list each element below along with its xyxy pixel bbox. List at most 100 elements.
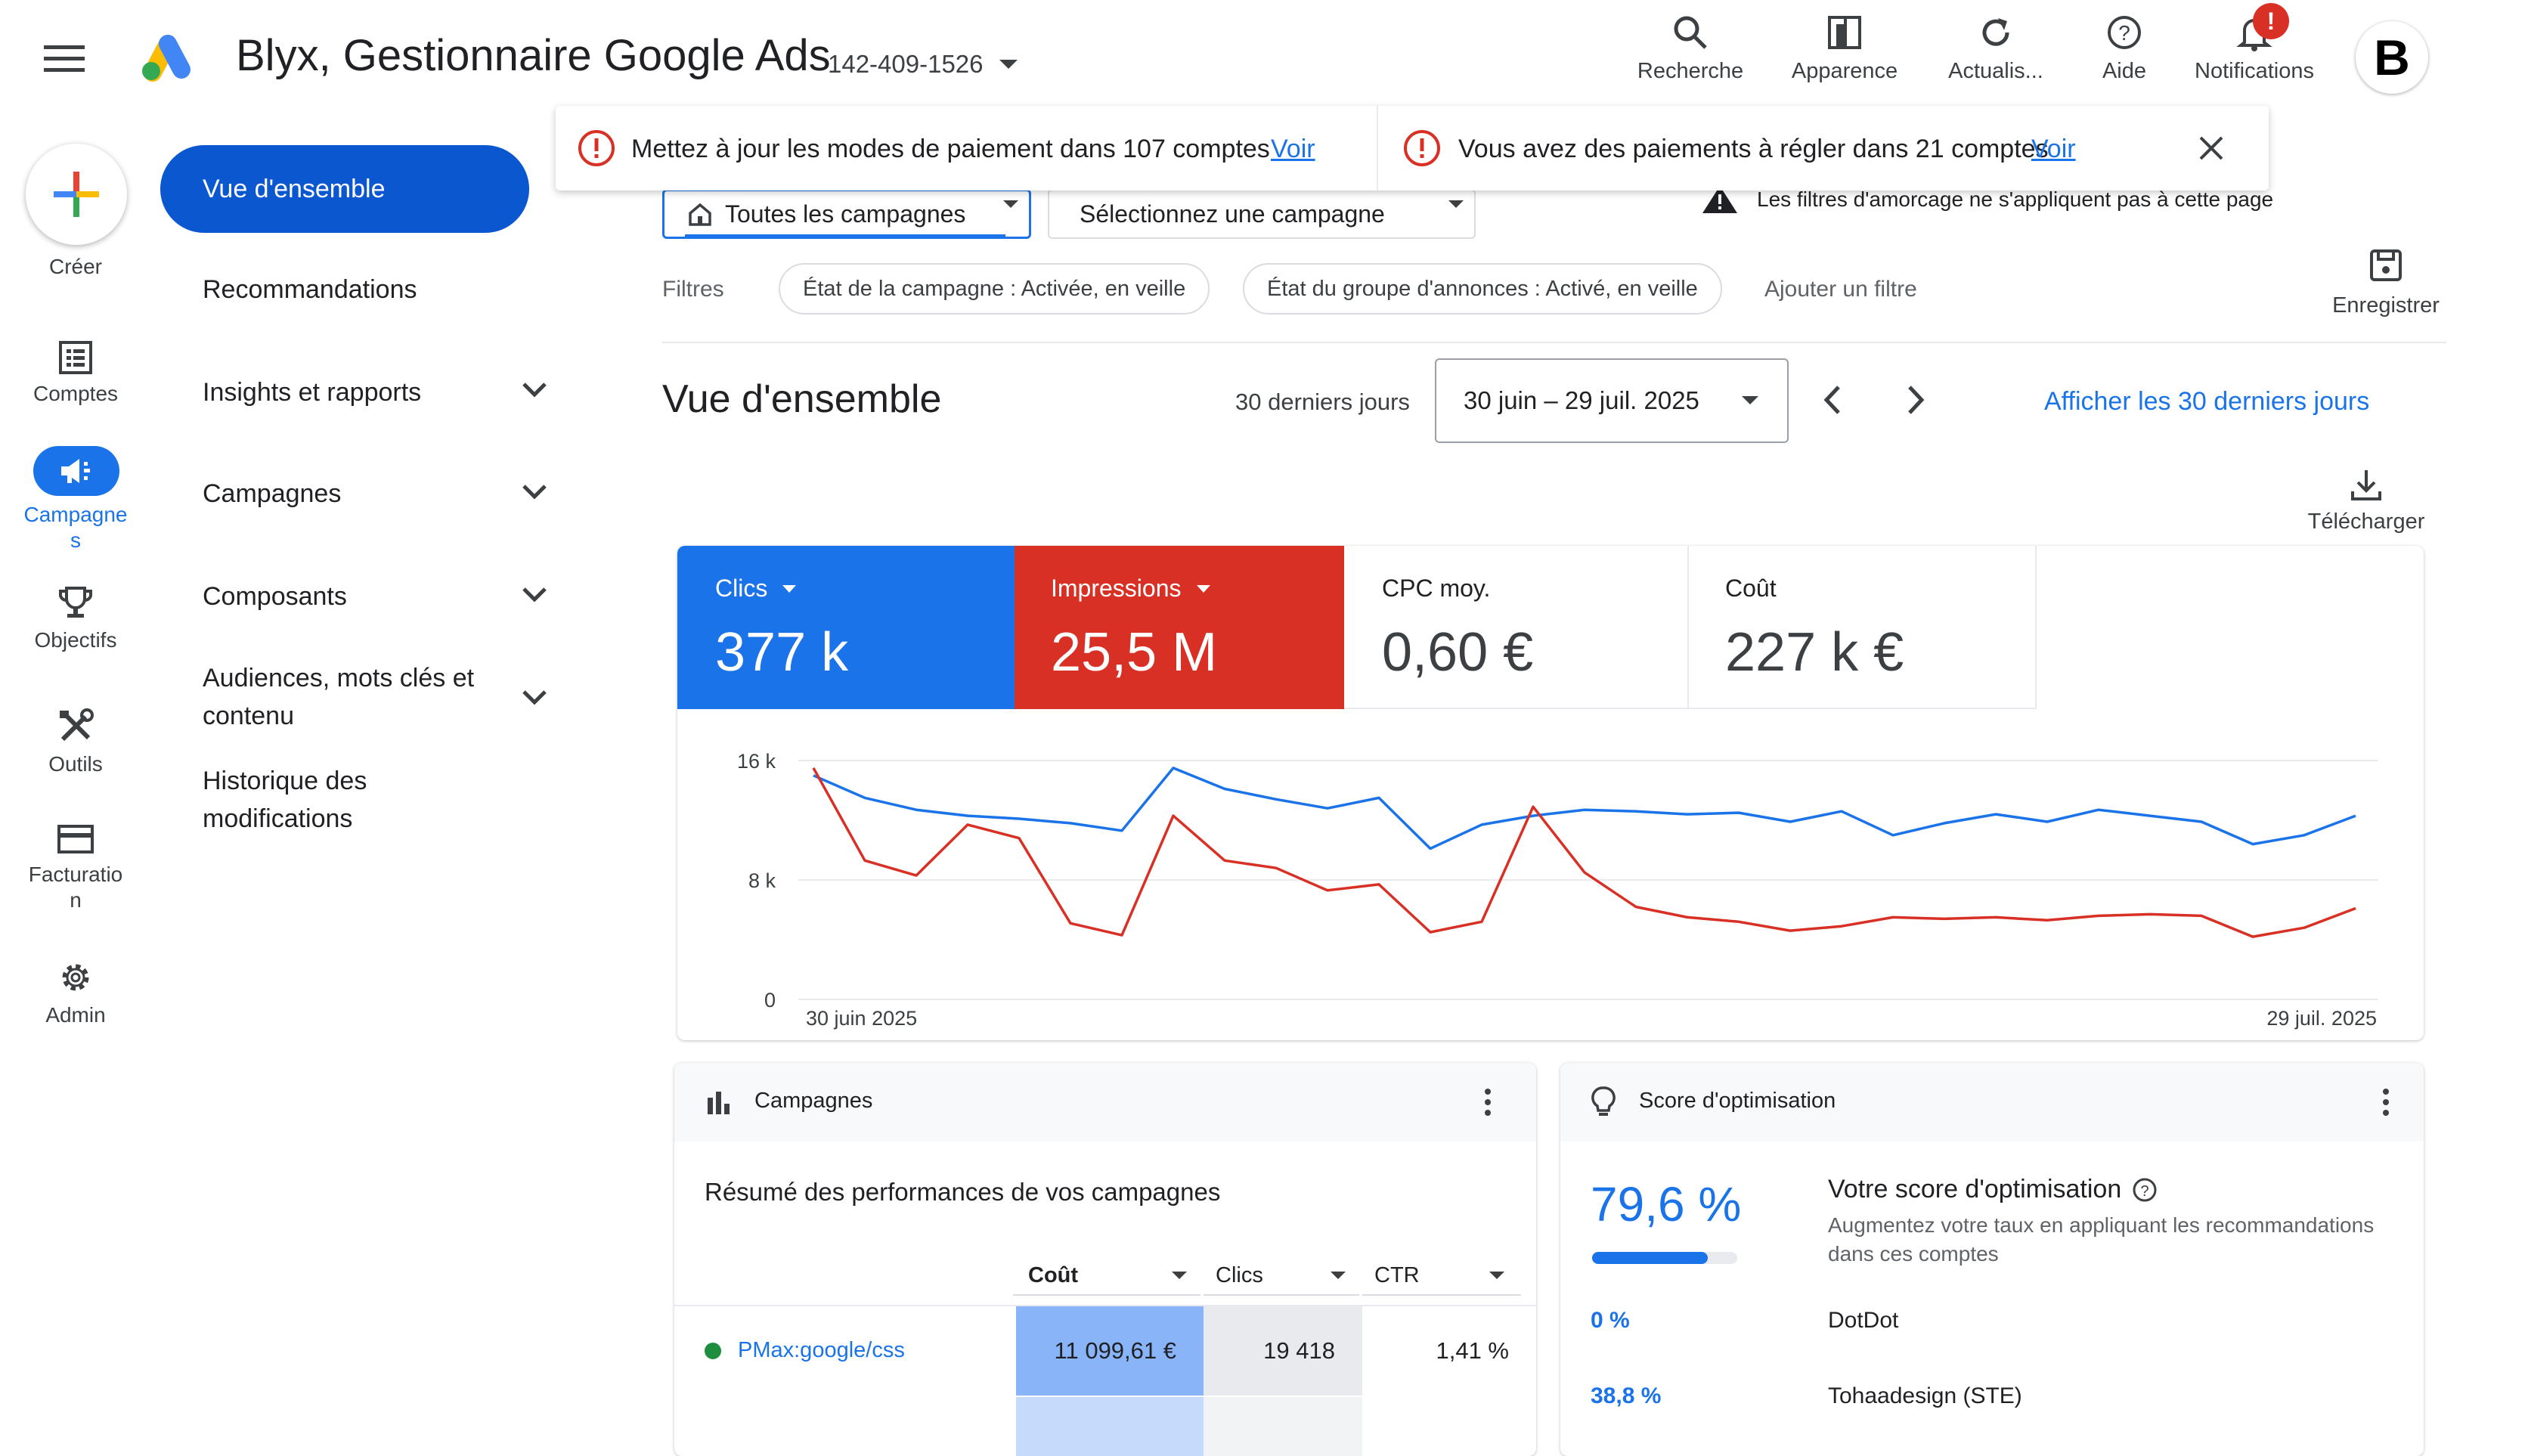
- account-id: 142-409-1526: [828, 50, 984, 78]
- help-icon[interactable]: ?: [2132, 1177, 2158, 1203]
- more-vert-icon[interactable]: [2381, 1087, 2390, 1117]
- svg-text:?: ?: [2118, 21, 2130, 45]
- chevron-left-icon: [1823, 386, 1840, 414]
- home-icon: [689, 203, 711, 226]
- account-name[interactable]: DotDot: [1828, 1308, 1898, 1334]
- add-filter-button[interactable]: Ajouter un filtre: [1764, 277, 1917, 302]
- overview-heading: Vue d'ensemble: [662, 377, 942, 421]
- metric-value: 377 k: [715, 622, 849, 683]
- select-campaign[interactable]: Sélectionnez une campagne: [1048, 189, 1476, 239]
- campaign-name-link[interactable]: PMax:google/css: [738, 1338, 905, 1363]
- google-ads-logo: [138, 32, 195, 83]
- card-title: Score d'optimisation: [1639, 1089, 1836, 1113]
- column-header-cost[interactable]: Coût: [1013, 1256, 1200, 1296]
- filter-chip-adgroup-status[interactable]: État du groupe d'annonces : Activé, en v…: [1243, 263, 1722, 314]
- appearance-icon: [1828, 16, 1861, 49]
- chevron-down-icon[interactable]: [522, 689, 547, 706]
- menu-campaigns[interactable]: Campagnes: [203, 475, 341, 513]
- account-selector[interactable]: 142-409-1526: [828, 50, 1020, 79]
- table-row-partial-clicks: [1204, 1397, 1362, 1456]
- nav-help[interactable]: ? Aide: [2049, 14, 2200, 84]
- caret-down-icon: [1331, 1272, 1346, 1279]
- chevron-down-icon[interactable]: [522, 382, 547, 398]
- close-icon[interactable]: [2198, 135, 2225, 162]
- nav-search[interactable]: Recherche: [1615, 14, 1766, 84]
- show-last-30-days-link[interactable]: Afficher les 30 derniers jours: [2044, 387, 2369, 417]
- create-button[interactable]: [26, 144, 127, 245]
- download-button[interactable]: Télécharger: [2291, 467, 2442, 534]
- y-tick-label: 0: [764, 989, 776, 1011]
- date-range-label: 30 derniers jours: [1235, 389, 1410, 415]
- line-chart: 16 k 8 k 0 30 juin 2025 29 juil. 2025: [737, 750, 2378, 1030]
- error-icon: [1404, 130, 1440, 166]
- rail-accounts[interactable]: Comptes: [0, 340, 151, 407]
- rail-billing[interactable]: Facturatio n: [0, 822, 151, 913]
- notification-badge: !: [2253, 3, 2289, 39]
- filters-label: Filtres: [662, 277, 724, 302]
- previous-period-button[interactable]: [1820, 384, 1843, 416]
- card-subtitle: Résumé des performances de vos campagnes: [705, 1178, 1221, 1206]
- metric-avg-cpc[interactable]: CPC moy. 0,60 €: [1344, 546, 1689, 709]
- metric-impressions[interactable]: Impressions 25,5 M: [1015, 546, 1344, 709]
- help-icon: ?: [2108, 16, 2141, 49]
- table-row[interactable]: PMax:google/css 11 099,61 € 19 418 1,41 …: [674, 1306, 1536, 1396]
- account-score: 0 %: [1591, 1308, 1630, 1333]
- caret-down-icon: [1172, 1272, 1187, 1279]
- y-tick-label: 8 k: [748, 869, 776, 892]
- rail-admin[interactable]: Admin: [0, 959, 151, 1028]
- chevron-down-icon[interactable]: [522, 484, 547, 500]
- menu-insights[interactable]: Insights et rapports: [203, 373, 421, 411]
- banner-link-view[interactable]: Voir: [1271, 135, 1315, 164]
- svg-text:?: ?: [2141, 1183, 2149, 1200]
- select-underline: [685, 234, 1005, 238]
- rail-campaigns-pill[interactable]: [33, 446, 119, 496]
- score-heading: Votre score d'optimisation ?: [1828, 1175, 2158, 1204]
- metric-clicks[interactable]: Clics 377 k: [677, 546, 1015, 709]
- rail-campaigns-label[interactable]: Campagne s: [0, 502, 151, 553]
- rail-tools[interactable]: Outils: [0, 708, 151, 777]
- chevron-down-icon[interactable]: [522, 587, 547, 603]
- banner-link-view[interactable]: Voir: [2031, 135, 2076, 164]
- metric-value: 25,5 M: [1051, 622, 1218, 683]
- nav-appearance[interactable]: Apparence: [1769, 14, 1920, 84]
- optimization-card: Score d'optimisation 79,6 % Votre score …: [1560, 1063, 2424, 1456]
- series-line: [813, 767, 2356, 850]
- accounts-icon: [59, 341, 92, 374]
- bar-chart-icon: [708, 1092, 730, 1114]
- performance-card: Clics 377 k Impressions 25,5 M CPC moy. …: [677, 546, 2424, 1040]
- rail-objectives[interactable]: Objectifs: [0, 584, 151, 653]
- more-vert-icon[interactable]: [1483, 1087, 1492, 1117]
- caret-down-icon: [999, 60, 1018, 69]
- menu-overview-button[interactable]: Vue d'ensemble: [160, 145, 529, 233]
- menu-icon[interactable]: [44, 44, 85, 74]
- error-icon: [578, 130, 615, 166]
- date-range-select[interactable]: 30 juin – 29 juil. 2025: [1435, 358, 1789, 443]
- all-campaigns-select[interactable]: Toutes les campagnes: [662, 189, 1031, 239]
- column-header-ctr[interactable]: CTR: [1362, 1256, 1521, 1296]
- metric-cost[interactable]: Coût 227 k €: [1689, 546, 2037, 709]
- account-name[interactable]: Tohaadesign (STE): [1828, 1383, 2022, 1409]
- download-icon: [2351, 470, 2381, 500]
- caret-down-icon: [1003, 200, 1018, 208]
- gear-icon: [62, 964, 89, 991]
- avatar[interactable]: B: [2356, 21, 2428, 94]
- status-dot: [705, 1343, 721, 1359]
- column-header-clicks[interactable]: Clics: [1204, 1256, 1359, 1296]
- account-score: 38,8 %: [1591, 1383, 1662, 1408]
- score-bar-fill: [1592, 1252, 1708, 1264]
- menu-assets[interactable]: Composants: [203, 578, 347, 615]
- menu-change-history[interactable]: Historique des modifications: [203, 762, 367, 838]
- chevron-right-icon: [1908, 386, 1925, 414]
- menu-recommendations[interactable]: Recommandations: [203, 271, 417, 308]
- cell-cost: 11 099,61 €: [1016, 1306, 1204, 1396]
- filter-chip-campaign-status[interactable]: État de la campagne : Activée, en veille: [779, 263, 1210, 314]
- caret-down-icon: [1448, 200, 1464, 208]
- nav-label: Actualis...: [1948, 59, 2043, 83]
- campaigns-card: Campagnes Résumé des performances de vos…: [674, 1063, 1536, 1456]
- table-row-partial: [1016, 1397, 1204, 1456]
- next-period-button[interactable]: [1905, 384, 1928, 416]
- save-button[interactable]: Enregistrer: [2325, 248, 2446, 318]
- menu-audiences[interactable]: Audiences, mots clés et contenu: [203, 659, 474, 735]
- metric-value: 0,60 €: [1382, 622, 1534, 683]
- metric-value: 227 k €: [1725, 622, 1904, 683]
